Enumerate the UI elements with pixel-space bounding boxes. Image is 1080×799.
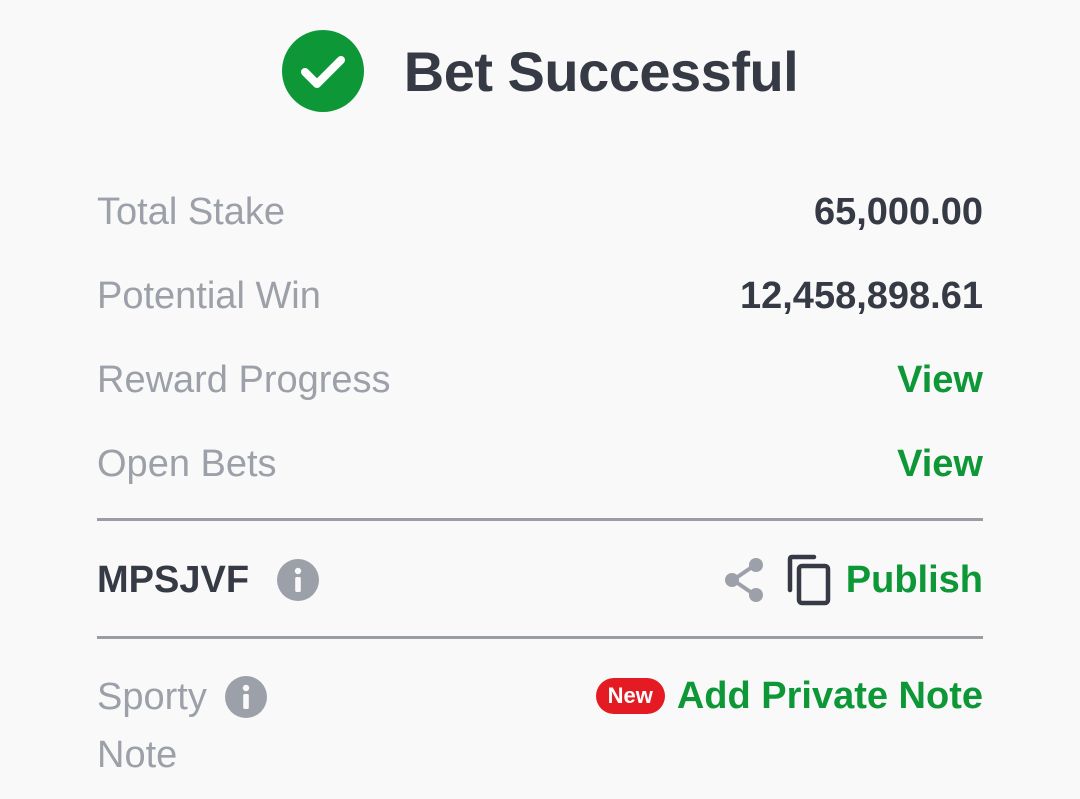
- total-stake-label: Total Stake: [97, 190, 285, 233]
- page-title: Bet Successful: [403, 39, 799, 103]
- reward-progress-view-link[interactable]: View: [897, 359, 983, 402]
- success-header: Bet Successful: [0, 30, 1080, 112]
- potential-win-row: Potential Win 12,458,898.61: [97, 272, 983, 320]
- publish-button[interactable]: Publish: [846, 559, 983, 602]
- reward-progress-label: Reward Progress: [97, 358, 391, 401]
- potential-win-value: 12,458,898.61: [739, 274, 983, 317]
- total-stake-value: 65,000.00: [813, 190, 983, 233]
- booking-code: MPSJVF: [97, 558, 250, 601]
- copy-icon[interactable]: [784, 554, 832, 606]
- divider: [97, 518, 983, 521]
- check-circle-icon: [281, 30, 364, 112]
- info-icon[interactable]: [277, 559, 320, 601]
- sporty-note-label-line2: Note: [97, 734, 178, 776]
- divider: [97, 636, 983, 639]
- booking-code-group: MPSJVF: [97, 558, 320, 602]
- reward-progress-row: Reward Progress View: [97, 356, 983, 404]
- total-stake-row: Total Stake 65,000.00: [97, 188, 983, 236]
- add-private-note-action[interactable]: New Add Private Note: [595, 670, 983, 722]
- booking-actions: Publish: [722, 554, 983, 606]
- booking-code-row: MPSJVF Publish: [97, 552, 983, 608]
- share-icon[interactable]: [722, 556, 766, 604]
- new-badge: New: [595, 678, 665, 714]
- add-private-note-link[interactable]: Add Private Note: [677, 675, 983, 718]
- potential-win-label: Potential Win: [97, 274, 321, 317]
- open-bets-view-link[interactable]: View: [897, 443, 983, 486]
- sporty-note-label: Sporty: [97, 675, 207, 718]
- open-bets-label: Open Bets: [97, 442, 277, 485]
- open-bets-row: Open Bets View: [97, 440, 983, 488]
- sporty-note-label-group: Sporty Note: [97, 672, 297, 780]
- info-icon[interactable]: [224, 676, 267, 718]
